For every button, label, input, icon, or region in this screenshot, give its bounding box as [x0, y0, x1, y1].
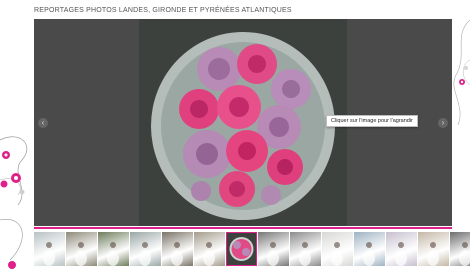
thumbnail-bride-outdoor[interactable]: [34, 232, 65, 266]
thumbnail-dancing-couple[interactable]: [290, 232, 321, 266]
thumbnail-figure-image: [107, 242, 119, 266]
thumbnail-park-trees[interactable]: [130, 232, 161, 266]
thumbnail-couple-garden[interactable]: [98, 232, 129, 266]
thumbnail-bouquet-of-roses[interactable]: [226, 232, 257, 266]
rose-bouquet-image: [139, 19, 347, 226]
thumbnail-group-guests[interactable]: [194, 232, 225, 266]
thumbnail-figure-image: [139, 242, 151, 266]
thumbnail-figure-image: [331, 242, 343, 266]
thumbnail-figure-image: [459, 242, 470, 266]
thumbnail-couple-portrait[interactable]: [162, 232, 193, 266]
thumbnail-figure-image: [427, 242, 439, 266]
previous-arrow-icon[interactable]: ‹: [38, 118, 48, 128]
thumbnail-figure-image: [363, 242, 375, 266]
thumbnail-figure-image: [203, 242, 215, 266]
thumbnail-figure-image: [75, 242, 87, 266]
enlarge-tooltip: Cliquer sur l'image pour l'agrandir: [326, 115, 418, 127]
page-title: REPORTAGES PHOTOS LANDES, GIRONDE ET PYR…: [34, 7, 292, 14]
accent-divider: [34, 227, 452, 229]
thumbnail-figure-image: [299, 242, 311, 266]
thumbnail-purple-flowers[interactable]: [386, 232, 417, 266]
thumbnail-black-white-couple[interactable]: [258, 232, 289, 266]
thumbnail-bouquet-image: [226, 232, 257, 266]
thumbnail-wedding-rings[interactable]: [418, 232, 449, 266]
thumbnail-figure-image: [171, 242, 183, 266]
thumbnail-bride-crowd[interactable]: [66, 232, 97, 266]
thumbnail-figure-image: [395, 242, 407, 266]
main-photo[interactable]: [139, 19, 347, 226]
thumbnail-black-white-portrait[interactable]: [450, 232, 470, 266]
thumbnail-strip: [34, 232, 470, 266]
thumbnail-white-dress[interactable]: [322, 232, 353, 266]
next-arrow-icon[interactable]: ›: [438, 118, 448, 128]
thumbnail-figure-image: [267, 242, 279, 266]
thumbnail-beach-couple[interactable]: [354, 232, 385, 266]
thumbnail-figure-image: [43, 242, 55, 266]
